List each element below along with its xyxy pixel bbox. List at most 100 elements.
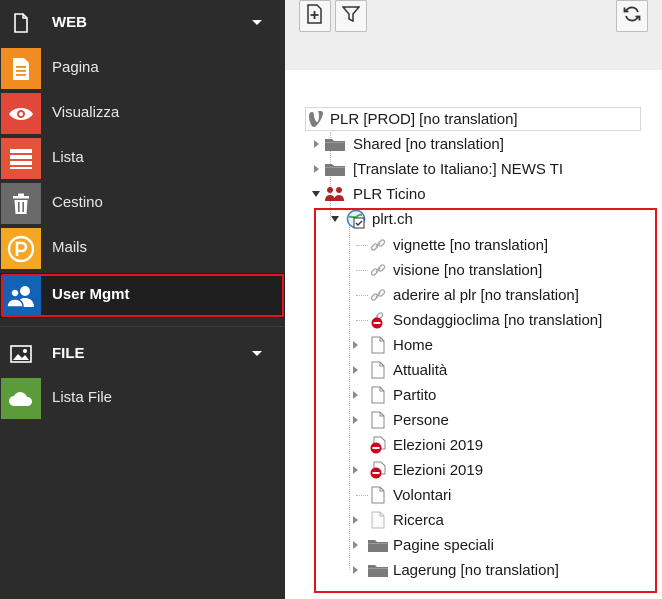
tree-node-elezioni-2019[interactable]: Elezioni 2019: [369, 458, 483, 482]
page-icon: [1, 48, 41, 89]
module-label: Mails: [52, 239, 88, 256]
tree-node-label: Elezioni 2019: [393, 436, 484, 454]
tree-node-ricerca[interactable]: Ricerca: [369, 508, 444, 532]
tree-connector: [356, 245, 368, 246]
tree-node-sondaggioclima[interactable]: Sondaggioclima [no translation]: [369, 308, 602, 332]
collapse-toggle[interactable]: [331, 216, 339, 222]
tree-node-partito[interactable]: Partito: [369, 383, 436, 407]
tree-node-vignette[interactable]: vignette [no translation]: [369, 233, 548, 257]
new-page-icon: [306, 3, 324, 29]
tree-node-label: visione [no translation]: [393, 261, 543, 279]
tree-node-root[interactable]: PLR [PROD] [no translation]: [307, 107, 518, 131]
module-group-file[interactable]: FILE: [0, 331, 285, 376]
module-label: Visualizza: [52, 104, 120, 121]
tree-node-plrt-ch[interactable]: plrt.ch: [346, 207, 413, 231]
page-icon: [369, 510, 387, 530]
tree-node-lagerung[interactable]: Lagerung [no translation]: [366, 558, 559, 582]
tree-node-shared[interactable]: Shared [no translation]: [323, 132, 504, 156]
module-label: Lista: [52, 149, 84, 166]
module-label: User Mgmt: [52, 286, 130, 303]
expand-toggle[interactable]: [314, 165, 319, 173]
tree-node-label: vignette [no translation]: [393, 236, 549, 254]
module-label: Lista File: [52, 389, 113, 406]
mail-icon: [1, 228, 41, 269]
tree-node-label: plrt.ch: [372, 210, 413, 228]
tree-node-label: Lagerung [no translation]: [393, 561, 559, 579]
list-icon: [1, 138, 41, 179]
tree-connector: [356, 495, 368, 496]
chevron-down-icon[interactable]: [252, 351, 262, 356]
expand-toggle[interactable]: [353, 391, 358, 399]
tree-node-attualita[interactable]: Attualità: [369, 358, 447, 382]
collapse-toggle[interactable]: [312, 191, 320, 197]
expand-toggle[interactable]: [353, 341, 358, 349]
expand-toggle[interactable]: [353, 466, 358, 474]
link-icon: [369, 260, 387, 280]
refresh-icon: [623, 5, 641, 28]
folder-icon: [366, 535, 390, 555]
tree-node-label: Volontari: [393, 486, 452, 504]
expand-toggle[interactable]: [353, 566, 358, 574]
module-lista-file[interactable]: Lista File: [0, 376, 285, 421]
module-group-label: WEB: [52, 14, 87, 31]
module-pagina[interactable]: Pagina: [0, 46, 285, 91]
expand-toggle[interactable]: [353, 541, 358, 549]
tree-node-plr-ticino[interactable]: PLR Ticino: [323, 182, 426, 206]
page-icon: [369, 360, 387, 380]
module-group-divider: [0, 326, 285, 327]
document-icon: [8, 12, 34, 34]
link-icon: [369, 285, 387, 305]
folder-icon: [366, 560, 390, 580]
expand-toggle[interactable]: [353, 416, 358, 424]
module-mails[interactable]: Mails: [0, 226, 285, 271]
page-icon: [369, 485, 387, 505]
refresh-button[interactable]: [616, 0, 648, 32]
module-visualizza[interactable]: Visualizza: [0, 91, 285, 136]
tree-node-aderire[interactable]: aderire al plr [no translation]: [369, 283, 579, 307]
module-user-mgmt[interactable]: User Mgmt: [0, 273, 285, 318]
expand-toggle[interactable]: [314, 140, 319, 148]
tree-node-label: Sondaggioclima [no translation]: [393, 311, 603, 329]
page-icon: [369, 335, 387, 355]
folder-icon: [323, 134, 347, 154]
tree-node-news[interactable]: [Translate to Italiano:] NEWS TI: [323, 157, 563, 181]
tree-node-label: Home: [393, 336, 434, 354]
tree-node-volontari[interactable]: Volontari: [369, 483, 451, 507]
tree-node-elezioni-2019[interactable]: Elezioni 2019: [369, 433, 483, 457]
tree-node-label: Elezioni 2019: [393, 461, 484, 479]
link-restricted-icon: [369, 310, 387, 330]
expand-toggle[interactable]: [353, 366, 358, 374]
cloud-icon: [1, 378, 41, 419]
module-cestino[interactable]: Cestino: [0, 181, 285, 226]
typo3-logo-icon: [307, 109, 325, 129]
user-group-icon: [323, 184, 347, 204]
module-lista[interactable]: Lista: [0, 136, 285, 181]
tree-connector: [356, 270, 368, 271]
module-group-web[interactable]: WEB: [0, 0, 285, 45]
tree-node-label: PLR [PROD] [no translation]: [330, 110, 518, 128]
module-label: Cestino: [52, 194, 103, 211]
filter-button[interactable]: [335, 0, 367, 32]
tree-connector: [349, 220, 350, 570]
module-group-label: FILE: [52, 345, 85, 362]
new-page-button[interactable]: [299, 0, 331, 32]
tree-connector: [356, 320, 368, 321]
tree-node-visione[interactable]: visione [no translation]: [369, 258, 542, 282]
module-menu: WEB Pagina Visualizza Lista Cestino Mail…: [0, 0, 285, 599]
page-icon: [369, 385, 387, 405]
link-icon: [369, 235, 387, 255]
tree-node-persone[interactable]: Persone: [369, 408, 449, 432]
tree-node-home[interactable]: Home: [369, 333, 433, 357]
page-restricted-icon: [369, 435, 387, 455]
eye-icon: [1, 93, 41, 134]
tree-node-pagine-speciali[interactable]: Pagine speciali: [366, 533, 494, 557]
page-tree-panel: PLR [PROD] [no translation] Shared [no t…: [285, 0, 662, 599]
trash-icon: [1, 183, 41, 224]
tree-node-label: aderire al plr [no translation]: [393, 286, 579, 304]
expand-toggle[interactable]: [353, 516, 358, 524]
filter-icon: [341, 5, 361, 28]
chevron-down-icon[interactable]: [252, 20, 262, 25]
users-icon: [1, 275, 41, 316]
tree-node-label: PLR Ticino: [353, 185, 426, 203]
tree-node-label: Pagine speciali: [393, 536, 494, 554]
